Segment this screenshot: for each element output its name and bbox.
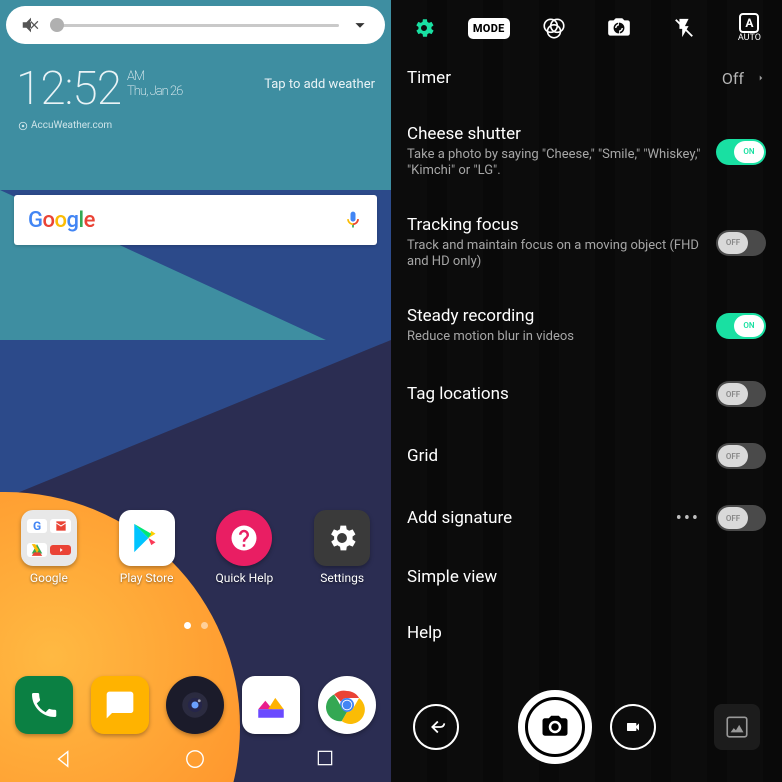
camera-filter-button[interactable]: [534, 8, 574, 48]
gallery-thumbnail[interactable]: [714, 704, 760, 750]
row-grid[interactable]: Grid OFF: [407, 425, 766, 487]
toggle-add-signature[interactable]: OFF: [716, 505, 766, 531]
app-camera[interactable]: [166, 676, 224, 734]
toggle-cheese-shutter[interactable]: ON: [716, 139, 766, 165]
row-cheese-shutter[interactable]: Cheese shutter Take a photo by saying "C…: [407, 106, 766, 197]
camera-settings-button[interactable]: [404, 8, 444, 48]
clock-time: 12:52: [16, 62, 121, 116]
wallpaper: [0, 0, 391, 782]
gear-icon: [314, 510, 370, 566]
google-search-bar[interactable]: Google: [14, 195, 377, 245]
weather-cta[interactable]: Tap to add weather: [264, 77, 375, 92]
auto-a-icon: A: [739, 13, 759, 33]
row-add-signature[interactable]: Add signature ••• OFF: [407, 487, 766, 549]
app-quick-help[interactable]: Quick Help: [203, 510, 285, 585]
row-steady-recording[interactable]: Steady recording Reduce motion blur in v…: [407, 288, 766, 363]
app-label: Play Store: [120, 571, 174, 585]
app-gallery[interactable]: [242, 676, 300, 734]
row-tracking-focus[interactable]: Tracking focus Track and maintain focus …: [407, 197, 766, 288]
toggle-grid[interactable]: OFF: [716, 443, 766, 469]
dock: [0, 676, 391, 734]
page-indicator[interactable]: [0, 622, 391, 629]
volume-slider[interactable]: [52, 24, 339, 27]
more-icon[interactable]: •••: [676, 508, 700, 529]
app-label: Quick Help: [216, 571, 274, 585]
app-play-store[interactable]: Play Store: [106, 510, 188, 585]
camera-top-bar: MODE A AUTO: [391, 0, 782, 56]
camera-flash-button[interactable]: [664, 8, 704, 48]
camera-back-button[interactable]: [413, 704, 459, 750]
nav-bar: [0, 736, 391, 782]
app-label: Settings: [320, 571, 364, 585]
page-dot-active: [184, 622, 191, 629]
row-timer[interactable]: Timer Off: [407, 56, 766, 106]
volume-panel[interactable]: [6, 6, 385, 44]
accuweather-attribution: AccuWeather.com: [18, 120, 112, 131]
camera-mode-button[interactable]: MODE: [469, 8, 509, 48]
app-google-folder[interactable]: G Google: [8, 510, 90, 585]
chevron-right-icon: [756, 71, 766, 85]
settings-list[interactable]: Timer Off Cheese shutter Take a photo by…: [391, 56, 782, 672]
shutter-button[interactable]: [518, 690, 592, 764]
toggle-tracking-focus[interactable]: OFF: [716, 230, 766, 256]
nav-back-button[interactable]: [54, 748, 76, 770]
clock-ampm: AM: [127, 69, 182, 84]
camera-auto-button[interactable]: A AUTO: [729, 8, 769, 48]
nav-home-button[interactable]: [184, 748, 206, 770]
google-logo: Google: [28, 208, 95, 233]
nav-recent-button[interactable]: [315, 748, 337, 770]
video-record-button[interactable]: [610, 704, 656, 750]
home-screen: 12:52 AM Thu, Jan 26 Tap to add weather …: [0, 0, 391, 782]
camera-switch-button[interactable]: [599, 8, 639, 48]
row-help[interactable]: Help: [407, 605, 766, 661]
play-store-icon: [119, 510, 175, 566]
toggle-steady-recording[interactable]: ON: [716, 313, 766, 339]
app-label: Google: [30, 571, 68, 585]
mic-icon[interactable]: [343, 207, 363, 233]
page-dot: [201, 622, 208, 629]
capture-bar: [391, 672, 782, 782]
app-messages[interactable]: [91, 676, 149, 734]
row-simple-view[interactable]: Simple view: [407, 549, 766, 605]
quick-help-icon: [216, 510, 272, 566]
volume-thumb[interactable]: [50, 18, 64, 32]
clock-date: Thu, Jan 26: [127, 84, 182, 99]
chevron-down-icon[interactable]: [349, 14, 371, 36]
camera-settings-screen: MODE A AUTO Timer Off Cheese s: [391, 0, 782, 782]
app-phone[interactable]: [15, 676, 73, 734]
app-chrome[interactable]: [318, 676, 376, 734]
toggle-tag-locations[interactable]: OFF: [716, 381, 766, 407]
volume-mute-icon: [20, 14, 42, 36]
app-settings[interactable]: Settings: [301, 510, 383, 585]
row-tag-locations[interactable]: Tag locations OFF: [407, 363, 766, 425]
clock-widget[interactable]: 12:52 AM Thu, Jan 26: [16, 62, 182, 116]
folder-icon: G: [21, 510, 77, 566]
